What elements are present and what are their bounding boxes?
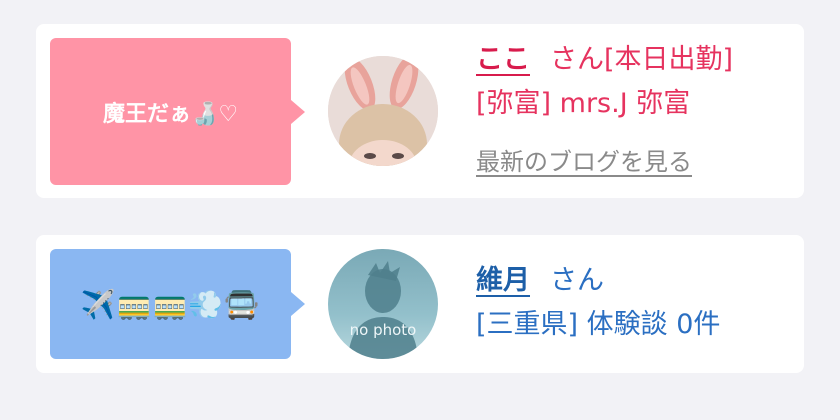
review-detail: [三重県] 体験談 0件 xyxy=(476,309,721,340)
name-suffix: さん[本日出勤] xyxy=(550,44,734,75)
review-card: ✈️🚃🚃💨🚍 no photo 維月 さん [三重県] 体験談 0件 xyxy=(36,235,804,373)
avatar[interactable] xyxy=(328,56,438,166)
cast-name-link[interactable]: ここ xyxy=(476,44,530,75)
member-name-link[interactable]: 維月 xyxy=(476,265,530,296)
review-card: 魔王だぁ🍶♡ ここ さん[本日出勤] [弥富] mrs.J 弥富 最新のブログを見… xyxy=(36,24,804,198)
message-bubble: 魔王だぁ🍶♡ xyxy=(50,38,305,185)
no-photo-label: no photo xyxy=(349,321,417,339)
shop-detail: [弥富] mrs.J 弥富 xyxy=(476,88,691,119)
name-suffix: さん xyxy=(550,265,604,296)
avatar[interactable]: no photo xyxy=(328,249,438,359)
latest-blog-link[interactable]: 最新のブログを見る xyxy=(476,142,692,177)
message-bubble: ✈️🚃🚃💨🚍 xyxy=(50,249,305,359)
cast-info: ここ さん[本日出勤] [弥富] mrs.J 弥富 最新のブログを見る xyxy=(476,38,733,177)
message-text: ✈️🚃🚃💨🚍 xyxy=(80,287,261,321)
member-info: 維月 さん [三重県] 体験談 0件 xyxy=(476,259,720,347)
message-text: 魔王だぁ🍶♡ xyxy=(102,101,239,127)
bunny-ears-photo-icon xyxy=(328,56,438,166)
no-photo-placeholder-icon xyxy=(348,261,418,359)
